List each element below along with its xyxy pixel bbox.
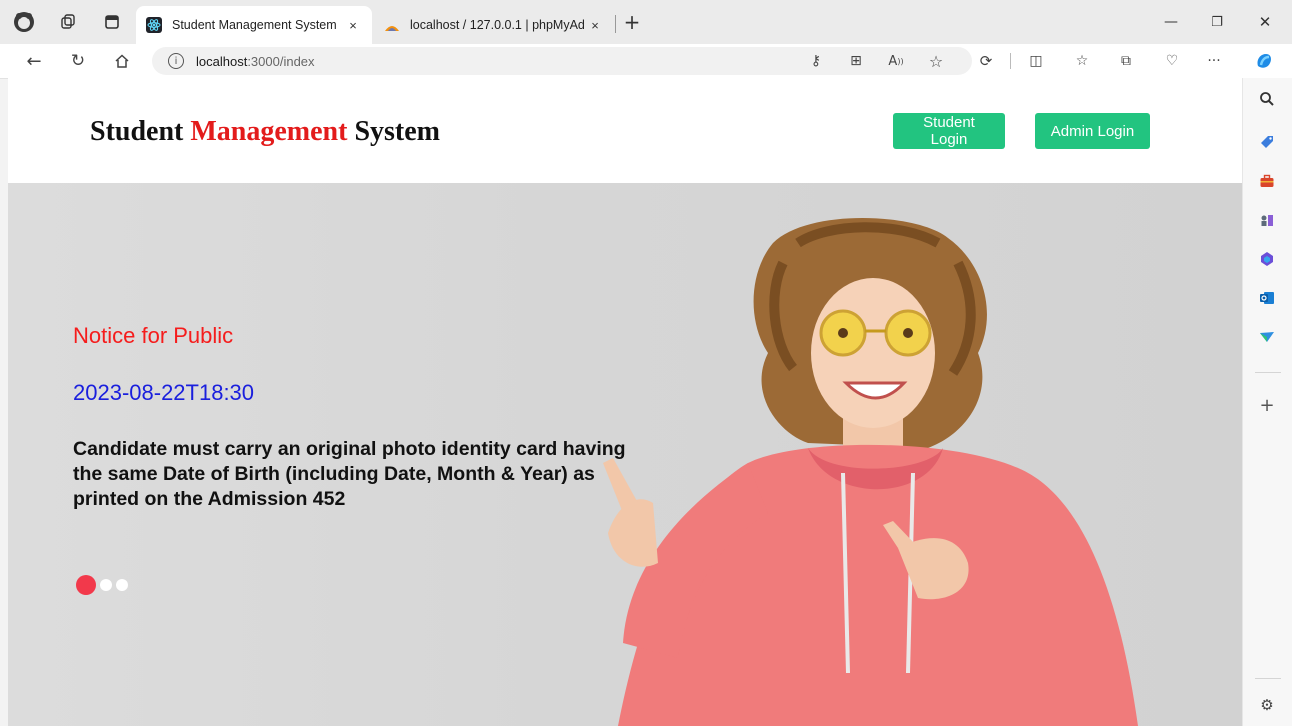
- favorite-star-icon[interactable]: ☆: [922, 44, 950, 78]
- carousel-dot-1[interactable]: [76, 575, 96, 595]
- logo-text-system: System: [347, 116, 440, 147]
- tab-title: Student Management System: [172, 18, 337, 32]
- url-path: :3000/index: [247, 53, 315, 69]
- tools-briefcase-icon[interactable]: [1258, 172, 1276, 190]
- hero-carousel: Notice for Public 2023-08-22T18:30 Candi…: [8, 183, 1242, 726]
- sidebar-divider: [1255, 372, 1281, 373]
- edge-sidebar: + ⚙: [1242, 78, 1292, 726]
- site-logo[interactable]: Student Management System: [90, 116, 440, 148]
- site-header: Student Management System Student Login …: [8, 78, 1242, 183]
- notice-body: Candidate must carry an original photo i…: [73, 438, 626, 510]
- games-chess-icon[interactable]: [1258, 211, 1276, 229]
- outlook-icon[interactable]: [1258, 289, 1276, 307]
- carousel-dot-3[interactable]: [116, 579, 128, 591]
- address-toolbar: ← ↻ i localhost:3000/index ⚷ ⊞ A)) ☆ ⟳ ◫…: [0, 44, 1292, 79]
- drop-send-icon[interactable]: [1258, 328, 1276, 346]
- restore-button[interactable]: ❐: [1202, 10, 1232, 34]
- student-login-button[interactable]: Student Login: [893, 113, 1005, 149]
- home-icon[interactable]: [108, 44, 136, 78]
- minimize-button[interactable]: —: [1156, 10, 1186, 34]
- admin-login-button[interactable]: Admin Login: [1035, 113, 1150, 149]
- back-icon[interactable]: ←: [20, 44, 48, 78]
- hero-person-image: [603, 218, 1138, 726]
- profile-icon[interactable]: [12, 10, 36, 34]
- phpmyadmin-favicon-icon: [384, 17, 400, 33]
- search-icon[interactable]: [1258, 90, 1276, 108]
- extensions-icon[interactable]: ⟳: [972, 44, 1000, 78]
- copilot-icon[interactable]: [1250, 44, 1278, 78]
- notice-heading: Notice for Public: [73, 323, 234, 348]
- microsoft-365-icon[interactable]: [1258, 250, 1276, 268]
- more-menu-icon[interactable]: ···: [1200, 44, 1228, 78]
- split-screen-icon[interactable]: ◫: [1022, 44, 1050, 78]
- sidebar-divider: [1255, 678, 1281, 679]
- read-aloud-icon[interactable]: A)): [882, 44, 910, 78]
- collections-icon[interactable]: ⧉: [1112, 44, 1140, 78]
- react-favicon-icon: [146, 17, 162, 33]
- tab-student-management[interactable]: Student Management System ×: [136, 6, 372, 44]
- close-window-button[interactable]: ✕: [1250, 10, 1280, 34]
- app-available-icon[interactable]: ⊞: [842, 44, 870, 78]
- carousel-dot-2[interactable]: [100, 579, 112, 591]
- workspaces-icon[interactable]: [58, 12, 78, 32]
- logo-text-student: Student: [90, 116, 191, 147]
- tab-phpmyadmin[interactable]: localhost / 127.0.0.1 | phpMyAdmin ×: [374, 6, 614, 44]
- tab-strip: Student Management System × localhost / …: [0, 0, 1292, 44]
- sidebar-settings-gear-icon[interactable]: ⚙: [1258, 696, 1276, 714]
- url-host: localhost: [196, 53, 248, 69]
- tab-close-icon[interactable]: ×: [584, 18, 606, 33]
- browser-essentials-icon[interactable]: ♡: [1158, 44, 1186, 78]
- tab-actions-icon[interactable]: [102, 12, 122, 32]
- shopping-tag-icon[interactable]: [1258, 133, 1276, 151]
- tab-title: localhost / 127.0.0.1 | phpMyAdmin: [410, 18, 584, 32]
- site-info-icon[interactable]: i: [168, 53, 184, 69]
- new-tab-button[interactable]: +: [620, 8, 644, 36]
- toolbar-separator: [1010, 53, 1011, 69]
- refresh-icon[interactable]: ↻: [64, 44, 92, 78]
- favorites-icon[interactable]: ☆: [1068, 44, 1096, 78]
- logo-text-management: Management: [190, 116, 348, 147]
- notice-date: 2023-08-22T18:30: [73, 380, 255, 405]
- tab-close-icon[interactable]: ×: [342, 18, 364, 33]
- password-key-icon[interactable]: ⚷: [802, 44, 830, 78]
- add-sidebar-app-icon[interactable]: +: [1258, 395, 1276, 416]
- web-page: Student Management System Student Login …: [8, 78, 1242, 726]
- tab-separator: [615, 15, 616, 33]
